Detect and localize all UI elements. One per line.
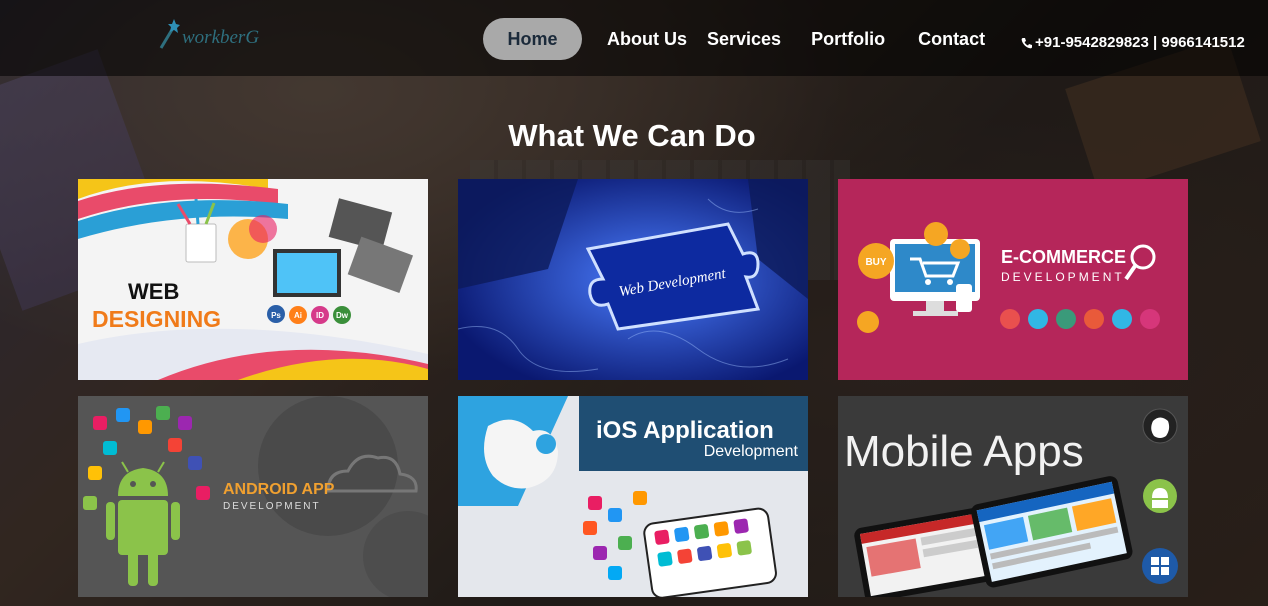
svg-text:BUY: BUY [865, 257, 886, 268]
card-web-line1: WEB [128, 279, 179, 304]
service-card-ecommerce[interactable]: BUY E-COMMERCE DEVELOPMENT [838, 179, 1188, 380]
card-mobile-title: Mobile Apps [844, 427, 1084, 476]
svg-text:Ps: Ps [271, 311, 281, 320]
card-ios-line2: Development [704, 443, 799, 460]
card-android-line1: ANDROID APP [223, 481, 335, 498]
site-header: workberG Home About Us Services Portfoli… [0, 0, 1268, 76]
service-card-web-development[interactable]: Web Development [458, 179, 808, 380]
svg-text:Ai: Ai [294, 311, 302, 320]
logo[interactable]: workberG [158, 18, 259, 50]
web-designing-image: Ps Ai ID Dw WEB DESIGNING [78, 179, 428, 380]
svg-text:ID: ID [316, 311, 324, 320]
web-development-image: Web Development [458, 179, 808, 380]
service-card-web-designing[interactable]: Ps Ai ID Dw WEB DESIGNING [78, 179, 428, 380]
nav-portfolio[interactable]: Portfolio [811, 29, 885, 50]
nav-contact[interactable]: Contact [918, 29, 985, 50]
phone-number: +91-9542829823 | 9966141512 [1035, 34, 1245, 51]
service-card-android[interactable]: ANDROID APP DEVELOPMENT [78, 396, 428, 597]
main-nav: Home About Us Services Portfolio Contact [483, 18, 985, 60]
card-android-line2: DEVELOPMENT [223, 501, 321, 512]
android-app-image: ANDROID APP DEVELOPMENT [78, 396, 428, 597]
section-title: What We Can Do [508, 118, 756, 153]
nav-about-us[interactable]: About Us [607, 29, 687, 50]
card-ecom-line2: DEVELOPMENT [1001, 270, 1125, 284]
card-ecom-line1: E-COMMERCE [1001, 247, 1126, 267]
svg-text:Dw: Dw [336, 311, 349, 320]
magic-wand-icon [159, 19, 180, 49]
service-card-ios[interactable]: iOS Application Development [458, 396, 808, 597]
phone-contact[interactable]: +91-9542829823 | 9966141512 [1021, 34, 1245, 51]
nav-home[interactable]: Home [483, 18, 582, 60]
mobile-apps-image: Mobile Apps [838, 396, 1188, 597]
card-ios-line1: iOS Application [596, 417, 774, 444]
nav-services[interactable]: Services [707, 29, 781, 50]
ios-app-image: iOS Application Development [458, 396, 808, 597]
phone-icon [1021, 37, 1032, 48]
service-card-mobile-apps[interactable]: Mobile Apps [838, 396, 1188, 597]
ecommerce-image: BUY E-COMMERCE DEVELOPMENT [838, 179, 1188, 380]
card-web-line2: DESIGNING [92, 306, 221, 332]
logo-text: workberG [182, 27, 260, 48]
